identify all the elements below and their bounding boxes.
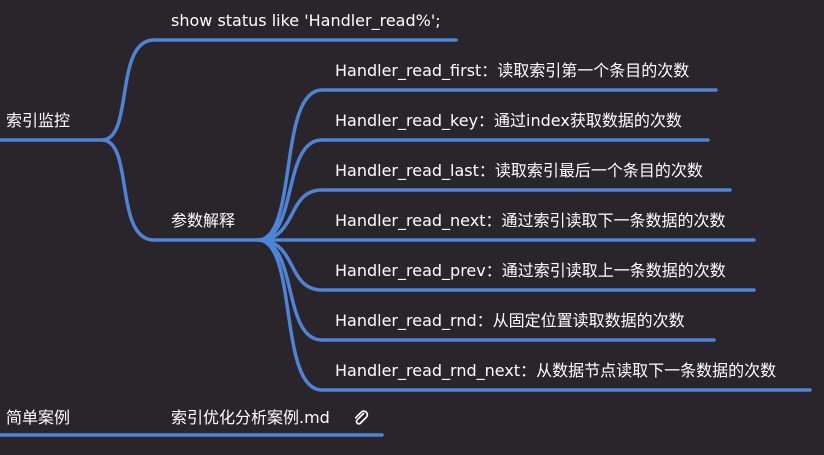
node-param-5[interactable]: Handler_read_prev：通过索引读取上一条数据的次数 (335, 261, 726, 281)
node-case-file[interactable]: 索引优化分析案例.md (171, 408, 330, 428)
node-param-1[interactable]: Handler_read_first：读取索引第一个条目的次数 (335, 61, 689, 81)
node-param-2[interactable]: Handler_read_key：通过index获取数据的次数 (335, 111, 682, 131)
node-param-explain[interactable]: 参数解释 (171, 211, 235, 231)
node-param-4[interactable]: Handler_read_next：通过索引读取下一条数据的次数 (335, 211, 725, 231)
paperclip-icon[interactable] (352, 409, 370, 427)
node-show-status[interactable]: show status like 'Handler_read%'; (171, 11, 441, 31)
node-simple-case[interactable]: 简单案例 (6, 408, 70, 428)
node-param-6[interactable]: Handler_read_rnd：从固定位置读取数据的次数 (335, 311, 685, 331)
node-param-7[interactable]: Handler_read_rnd_next：从数据节点读取下一条数据的次数 (335, 361, 776, 381)
node-index-monitor[interactable]: 索引监控 (6, 111, 70, 131)
node-param-3[interactable]: Handler_read_last：读取索引最后一个条目的次数 (335, 161, 703, 181)
